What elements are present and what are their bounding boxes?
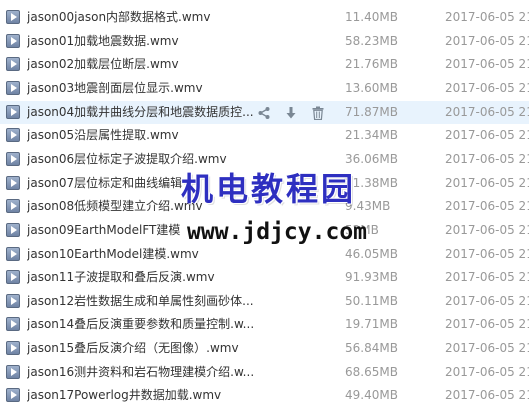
file-row[interactable]: jason06层位标定子波提取介绍.wmv 36.06MB 2017-06-05 2… xyxy=(0,148,529,171)
video-file-icon xyxy=(6,246,20,261)
file-date: 2017-06-05 21 xyxy=(445,33,529,48)
file-date: 2017-06-05 21 xyxy=(445,364,529,379)
file-row[interactable]: jason02加载层位断层.wmv 21.76MB 2017-06-05 21 xyxy=(0,53,529,76)
file-row[interactable]: jason05沿层属性提取.wmv 21.34MB 2017-06-05 21 xyxy=(0,124,529,147)
file-name[interactable]: jason05沿层属性提取.wmv xyxy=(27,124,325,147)
file-row[interactable]: jason00jason内部数据格式.wmv 11.40MB 2017-06-05 … xyxy=(0,6,529,29)
file-size: 68.65MB xyxy=(345,364,398,379)
download-icon[interactable] xyxy=(284,106,298,120)
video-file-icon xyxy=(6,222,20,237)
file-name[interactable]: jason01加载地震数据.wmv xyxy=(27,30,325,53)
file-date: 2017-06-05 21 xyxy=(445,151,529,166)
file-name[interactable]: jason17Powerlog井数据加载.wmv xyxy=(27,384,325,407)
trash-icon[interactable] xyxy=(311,106,325,120)
video-file-icon xyxy=(6,175,20,190)
file-date: 2017-06-05 21 xyxy=(445,222,529,237)
file-size: 21.34MB xyxy=(345,128,398,143)
file-name[interactable]: jason10EarthModel建模.wmv xyxy=(27,243,325,266)
file-size: 11.40MB xyxy=(345,10,398,24)
file-name[interactable]: jason12岩性数据生成和单属性刻画砂体... xyxy=(27,290,325,313)
file-date: 2017-06-05 21 xyxy=(445,80,529,95)
video-file-icon xyxy=(6,57,20,72)
file-date: 2017-06-05 21 xyxy=(445,10,529,24)
watermark-logo-text: 机电教程园 xyxy=(181,170,357,208)
file-size: 58.23MB xyxy=(345,33,398,48)
file-date: 2017-06-05 21 xyxy=(445,270,529,285)
video-file-icon xyxy=(6,364,20,379)
video-file-icon xyxy=(6,33,20,48)
file-date: 2017-06-05 21 xyxy=(445,57,529,72)
file-date: 2017-06-05 21 xyxy=(445,293,529,308)
video-file-icon xyxy=(6,10,20,24)
video-file-icon xyxy=(6,293,20,308)
file-size: 49.40MB xyxy=(345,388,398,403)
video-file-icon xyxy=(6,151,20,166)
file-date: 2017-06-05 21 xyxy=(445,388,529,403)
file-size: 21.76MB xyxy=(345,57,398,72)
file-row[interactable]: jason15叠后反演介绍（无图像）.wmv 56.84MB 2017-06-05 … xyxy=(0,337,529,360)
file-size: 91.93MB xyxy=(345,270,398,285)
file-size: 46.05MB xyxy=(345,246,398,261)
file-date: 2017-06-05 21 xyxy=(445,317,529,332)
file-date: 2017-06-05 21 xyxy=(445,199,529,214)
share-icon[interactable] xyxy=(257,106,271,120)
file-row[interactable]: jason12岩性数据生成和单属性刻画砂体... 50.11MB 2017-06-0… xyxy=(0,290,529,313)
file-size: 50.11MB xyxy=(345,293,398,308)
file-row[interactable]: jason16测井资料和岩石物理建模介绍.w... 68.65MB 2017-06-… xyxy=(0,361,529,384)
file-name[interactable]: jason02加载层位断层.wmv xyxy=(27,53,325,76)
file-date: 2017-06-05 21 xyxy=(445,175,529,190)
file-date: 2017-06-05 21 xyxy=(445,341,529,356)
video-file-icon xyxy=(6,388,20,403)
video-file-icon xyxy=(6,270,20,285)
file-size: 71.87MB xyxy=(345,104,398,119)
file-name[interactable]: jason06层位标定子波提取介绍.wmv xyxy=(27,148,325,171)
file-row[interactable]: jason10EarthModel建模.wmv 46.05MB 2017-06-05… xyxy=(0,243,529,266)
video-file-icon xyxy=(6,317,20,332)
file-row[interactable]: jason01加载地震数据.wmv 58.23MB 2017-06-05 21 xyxy=(0,30,529,53)
file-row[interactable]: jason03地震剖面层位显示.wmv 13.60MB 2017-06-05 21 xyxy=(0,77,529,100)
file-name[interactable]: jason00jason内部数据格式.wmv xyxy=(27,6,325,29)
video-file-icon xyxy=(6,128,20,143)
file-name[interactable]: jason11子波提取和叠后反演.wmv xyxy=(27,266,325,289)
video-file-icon xyxy=(6,104,20,119)
file-name[interactable]: jason16测井资料和岩石物理建模介绍.w... xyxy=(27,361,325,384)
video-file-icon xyxy=(6,199,20,214)
file-date: 2017-06-05 21 xyxy=(445,246,529,261)
file-name[interactable]: jason15叠后反演介绍（无图像）.wmv xyxy=(27,337,325,360)
file-size: 36.06MB xyxy=(345,151,398,166)
file-list: jason00jason内部数据格式.wmv 11.40MB 2017-06-05 … xyxy=(0,0,529,419)
video-file-icon xyxy=(6,80,20,95)
file-size: 13.60MB xyxy=(345,80,398,95)
file-name[interactable]: jason03地震剖面层位显示.wmv xyxy=(27,77,325,100)
file-row[interactable]: jason17Powerlog井数据加载.wmv 49.40MB 2017-06-0… xyxy=(0,384,529,407)
file-row[interactable]: jason04加载井曲线分层和地震数据质控... 71.87MB 2017-06-0… xyxy=(0,100,529,124)
row-actions xyxy=(253,101,333,124)
file-size: 19.71MB xyxy=(345,317,398,332)
file-row[interactable]: jason14叠后反演重要参数和质量控制.w... 19.71MB 2017-06-… xyxy=(0,313,529,336)
file-name[interactable]: jason14叠后反演重要参数和质量控制.w... xyxy=(27,313,325,336)
file-date: 2017-06-05 21 xyxy=(445,128,529,143)
file-size: 56.84MB xyxy=(345,341,398,356)
file-row[interactable]: jason11子波提取和叠后反演.wmv 91.93MB 2017-06-05 21 xyxy=(0,266,529,289)
video-file-icon xyxy=(6,341,20,356)
watermark-url: www.jdjcy.com xyxy=(187,219,368,245)
file-date: 2017-06-05 21 xyxy=(445,104,529,119)
